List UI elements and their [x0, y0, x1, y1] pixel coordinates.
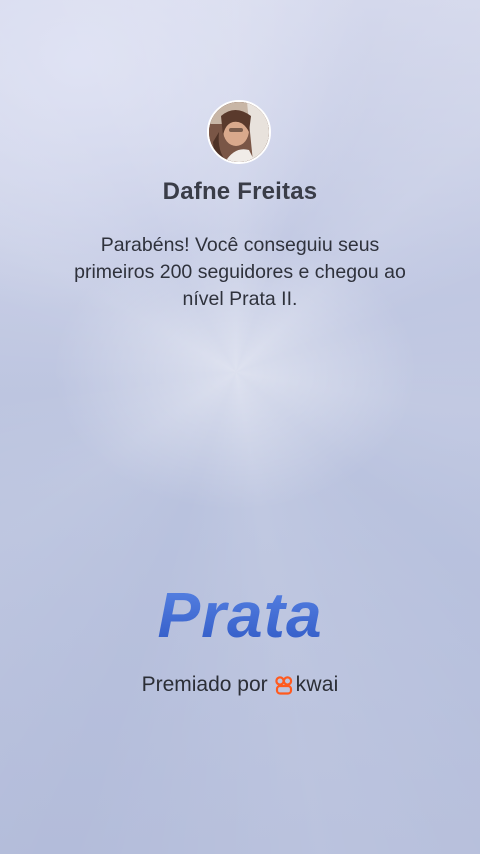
- avatar: [207, 100, 271, 164]
- congratulations-message: Parabéns! Você conseguiu seus primeiros …: [74, 234, 406, 310]
- awarded-by-label: Premiado por: [141, 673, 268, 696]
- awarded-by: Premiado por kwai: [0, 673, 480, 697]
- kwai-logo-icon: [274, 676, 292, 695]
- avatar-photo: [209, 102, 269, 162]
- profile-name: Dafne Freitas: [162, 178, 318, 205]
- kwai-logo: kwai: [274, 673, 339, 697]
- level-title: Prata: [0, 578, 480, 652]
- kwai-brand-name: kwai: [295, 673, 339, 696]
